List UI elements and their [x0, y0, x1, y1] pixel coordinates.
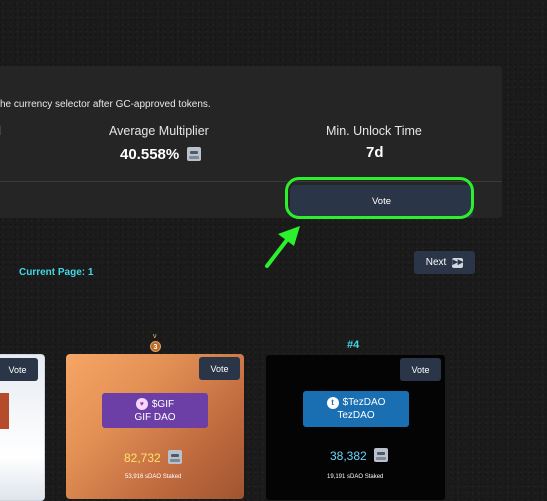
next-page-button[interactable]: Next ▶▶	[414, 251, 475, 274]
dao-badge: t $TezDAO TezDAO	[303, 391, 409, 427]
medal-icon: 3	[150, 341, 161, 352]
card-vote-button[interactable]: Vote	[0, 358, 38, 381]
robot-icon	[374, 448, 389, 462]
medal-ribbon-icon: ν	[153, 333, 157, 340]
dao-amount-row: 82,732	[124, 450, 183, 465]
gif-logo-icon: ♥	[135, 398, 148, 410]
card-vote-button[interactable]: Vote	[400, 358, 441, 381]
vote-highlight-outline	[285, 177, 474, 219]
dao-name: TezDAO	[337, 410, 375, 421]
dao-symbol: $GIF	[151, 398, 175, 410]
avg-multiplier-value: 40.558%	[120, 146, 180, 163]
robot-icon	[187, 147, 202, 161]
notice-text: he currency selector after GC-approved t…	[0, 99, 211, 110]
dao-badge: ♥ $GIF GIF DAO	[102, 393, 208, 428]
next-label: Next	[425, 257, 447, 268]
current-page-label: Current Page: 1	[19, 267, 94, 278]
dao-card[interactable]: Vote t $TezDAO TezDAO 38,382 19,191 sDAO…	[265, 354, 446, 501]
dao-amount-row: 38,382	[330, 448, 389, 463]
avg-multiplier-label: Average Multiplier	[109, 124, 209, 138]
dao-symbol: $TezDAO	[342, 397, 386, 408]
dao-name: GIF DAO	[134, 411, 176, 423]
left-stat-fragment: d	[0, 124, 1, 138]
robot-icon	[168, 450, 183, 464]
dao-badge-partial	[0, 393, 9, 429]
dao-card[interactable]: Vote	[0, 354, 45, 501]
avg-multiplier-value-row: 40.558%	[120, 146, 202, 163]
fast-forward-icon: ▶▶	[452, 257, 464, 268]
dao-card[interactable]: Vote ♥ $GIF GIF DAO 82,732 53,916 sDAO S…	[66, 354, 244, 499]
tez-logo-icon: t	[326, 396, 339, 409]
dao-staked: 19,191 sDAO Staked	[327, 474, 384, 480]
min-unlock-label: Min. Unlock Time	[326, 124, 422, 138]
green-arrow-icon	[265, 226, 300, 268]
rank-label: #4	[347, 339, 360, 351]
dao-amount: 38,382	[330, 449, 367, 463]
min-unlock-value: 7d	[366, 144, 384, 161]
dao-amount: 82,732	[124, 451, 161, 465]
dao-staked: 53,916 sDAO Staked	[125, 474, 182, 480]
card-vote-button[interactable]: Vote	[199, 357, 240, 380]
